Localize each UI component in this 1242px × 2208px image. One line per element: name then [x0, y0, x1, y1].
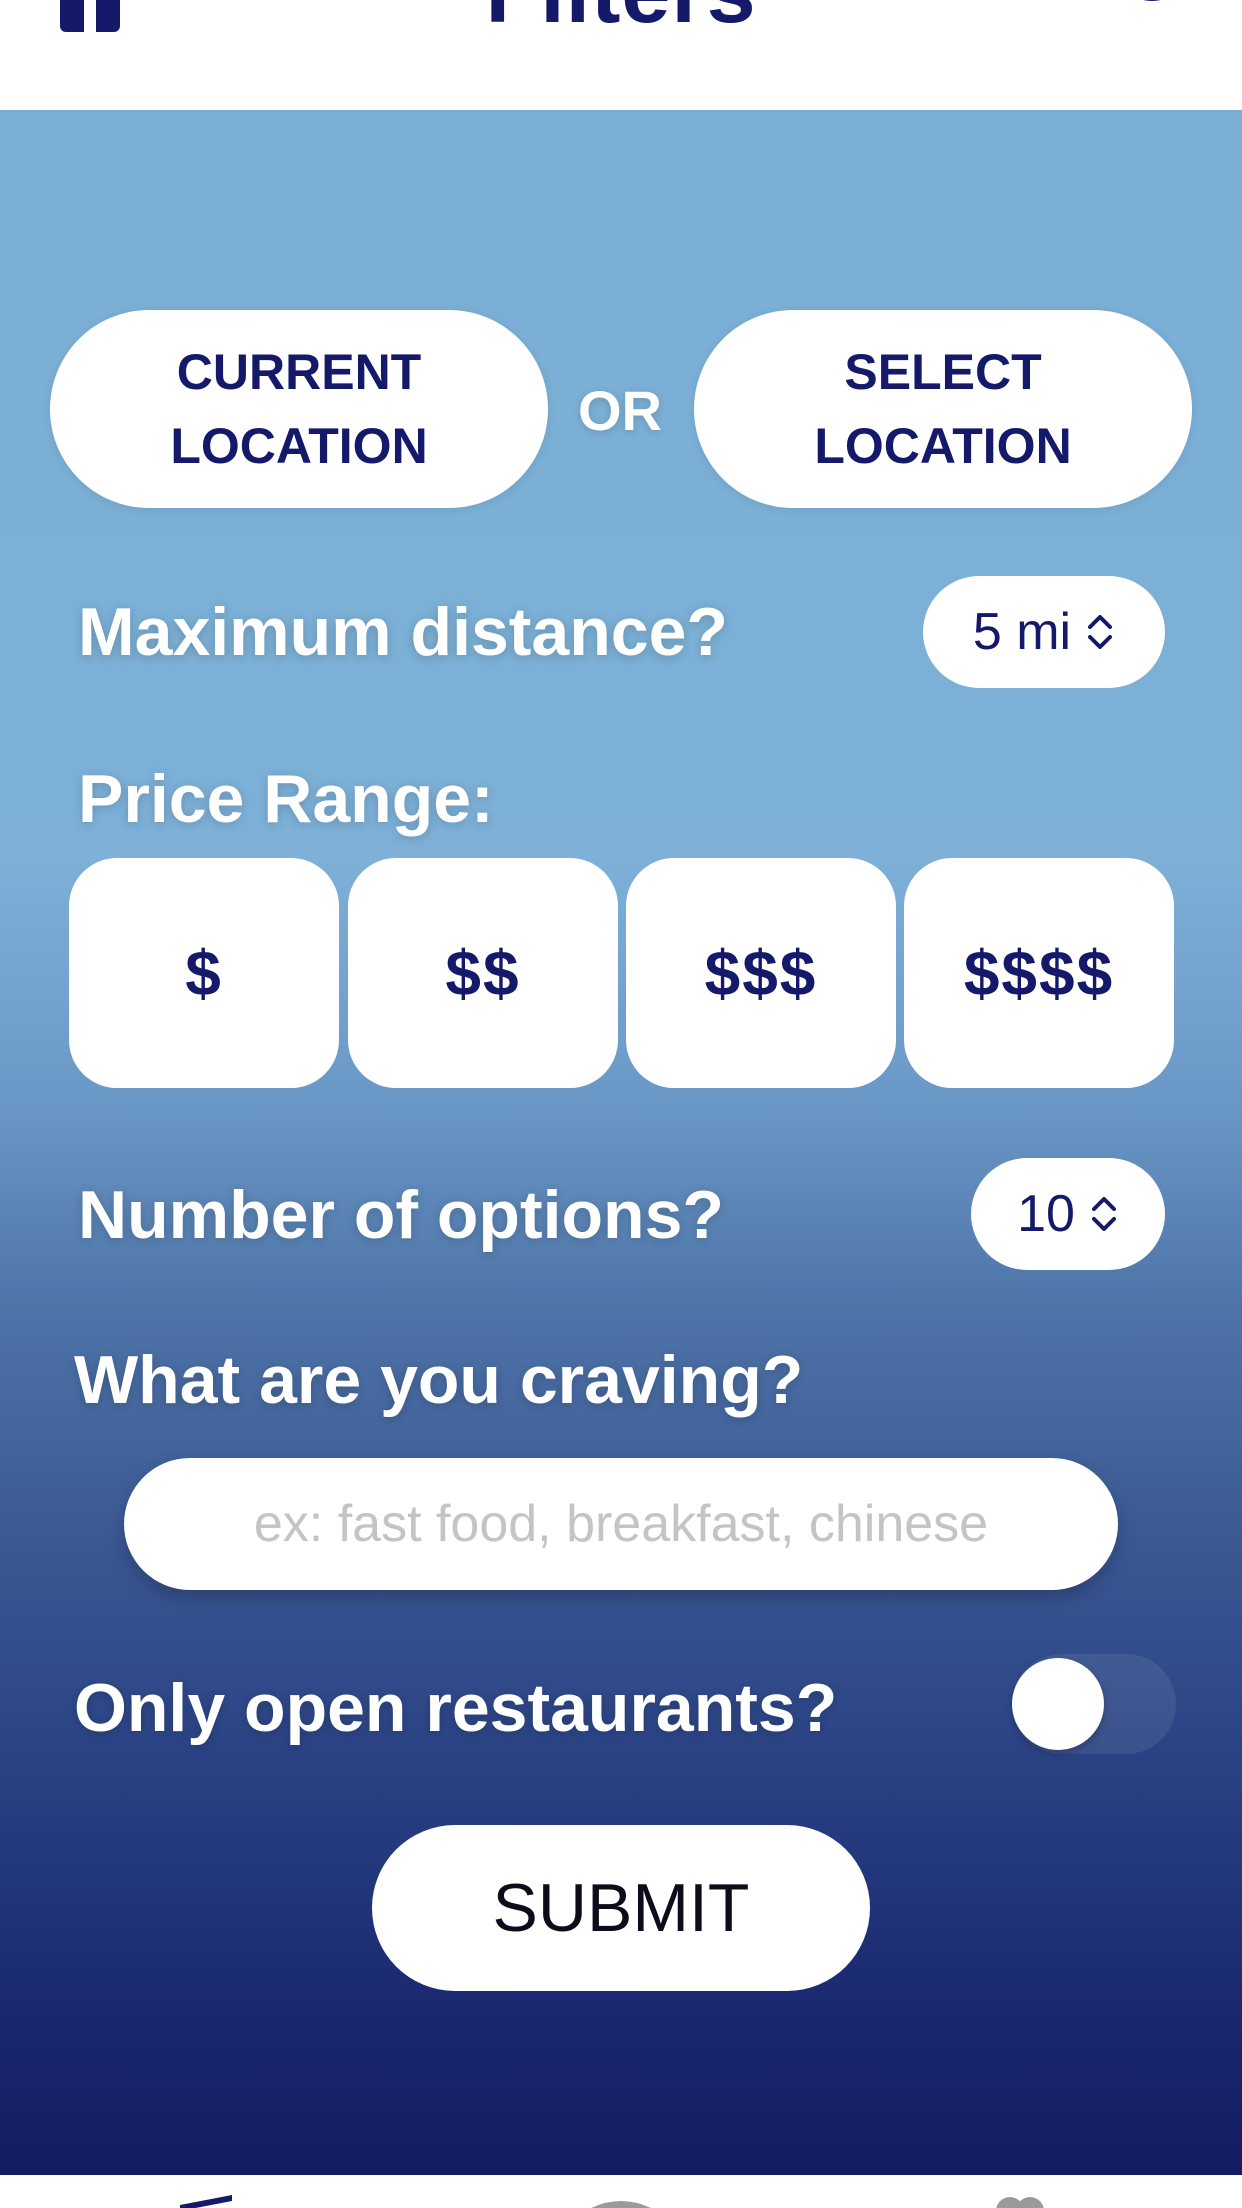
- chevron-up-down-icon: [1091, 1197, 1116, 1231]
- select-location-label: SELECT LOCATION: [814, 344, 1072, 474]
- filters-tab-icon[interactable]: [176, 2193, 236, 2208]
- tab-bar: [0, 2175, 1242, 2208]
- or-label: OR: [578, 379, 662, 442]
- price-option-2[interactable]: $$: [348, 858, 618, 1088]
- price-option-3[interactable]: $$$: [626, 858, 896, 1088]
- price-option-1[interactable]: $: [69, 858, 339, 1088]
- price-range-label: Price Range:: [78, 761, 494, 837]
- current-location-label: CURRENT LOCATION: [170, 344, 428, 474]
- current-location-button[interactable]: CURRENT LOCATION: [50, 310, 548, 508]
- page-title: Filters: [0, 0, 1242, 36]
- filters-panel: CURRENT LOCATION OR SELECT LOCATION Maxi…: [0, 110, 1242, 2175]
- craving-label: What are you craving?: [74, 1342, 804, 1418]
- submit-label: SUBMIT: [492, 1870, 750, 1946]
- chat-tab-icon[interactable]: [576, 2193, 666, 2208]
- open-only-toggle[interactable]: [1012, 1654, 1176, 1754]
- price-option-4[interactable]: $$$$: [904, 858, 1174, 1088]
- craving-input[interactable]: [124, 1458, 1118, 1590]
- select-location-button[interactable]: SELECT LOCATION: [694, 310, 1192, 508]
- distance-picker[interactable]: 5 mi: [923, 576, 1165, 688]
- open-only-label: Only open restaurants?: [74, 1670, 838, 1746]
- info-icon[interactable]: i: [1110, 0, 1194, 32]
- header: Filters i: [0, 0, 1242, 110]
- favorites-tab-icon[interactable]: [992, 2193, 1048, 2208]
- options-label: Number of options?: [78, 1177, 724, 1253]
- toggle-knob: [1012, 1658, 1104, 1750]
- options-value: 10: [1017, 1185, 1075, 1243]
- distance-value: 5 mi: [972, 603, 1072, 661]
- options-picker[interactable]: 10: [971, 1158, 1165, 1270]
- chevron-up-down-icon: [1088, 615, 1113, 649]
- submit-button[interactable]: SUBMIT: [372, 1825, 870, 1991]
- distance-label: Maximum distance?: [78, 594, 728, 670]
